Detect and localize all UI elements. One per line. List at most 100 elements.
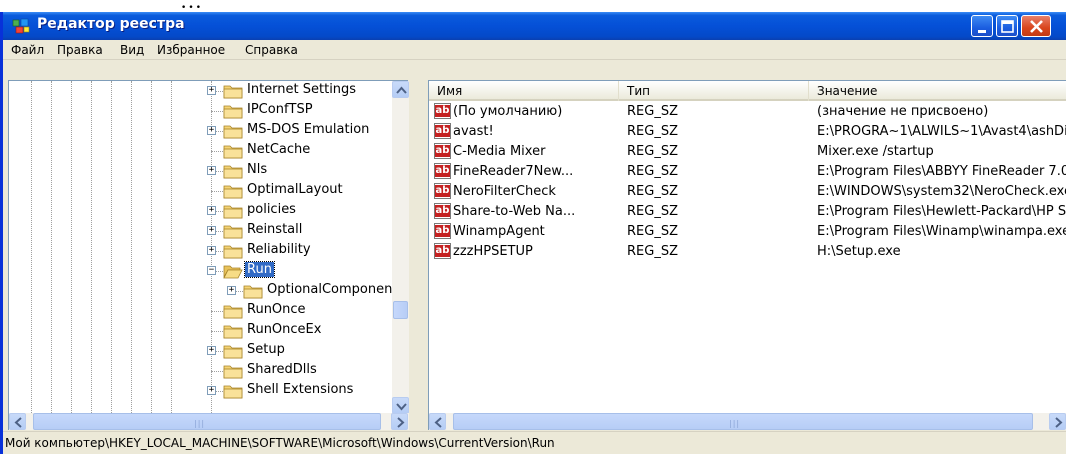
tree-item-internet-settings[interactable]: + Internet Settings — [9, 81, 407, 101]
list-item[interactable]: ab NeroFilterCheck REG_SZ E:\WINDOWS\system… — [429, 183, 1066, 201]
folder-icon — [223, 83, 243, 99]
scroll-left-button[interactable] — [429, 413, 446, 430]
tree-item-label: OptimalLayout — [247, 182, 343, 197]
tree-item-policies[interactable]: + policies — [9, 201, 407, 221]
tree-item-label: RunOnce — [247, 302, 306, 317]
maximize-button[interactable] — [996, 15, 1018, 37]
collapse-icon[interactable]: − — [207, 266, 216, 275]
list-header: Имя Тип Значение — [429, 81, 1066, 101]
menu-file[interactable]: Файл — [11, 43, 44, 57]
expand-icon[interactable]: + — [207, 166, 216, 175]
scroll-right-button[interactable] — [391, 413, 408, 430]
list-item[interactable]: ab (По умолчанию) REG_SZ (значение не присв… — [429, 103, 1066, 121]
list-item[interactable]: ab FineReader7New... REG_SZ E:\Program File… — [429, 163, 1066, 181]
tree-item-shell-extensions[interactable]: + Shell Extensions — [9, 381, 407, 401]
tree-item-label: Reliability — [247, 242, 311, 257]
folder-icon — [223, 203, 243, 219]
close-button[interactable] — [1021, 15, 1051, 37]
menu-edit[interactable]: Правка — [57, 43, 103, 57]
expand-icon[interactable]: + — [207, 346, 216, 355]
tree-item-label: policies — [247, 202, 296, 217]
tree-item-reinstall[interactable]: + Reinstall — [9, 221, 407, 241]
grip-icon: ||| — [194, 419, 206, 428]
column-header-value[interactable]: Значение — [809, 81, 1066, 101]
menu-bar: Файл Правка Вид Избранное Справка — [3, 40, 1066, 60]
scroll-left-button[interactable] — [9, 413, 26, 430]
value-name: FineReader7New... — [453, 164, 574, 179]
folder-icon — [223, 243, 243, 259]
status-path: Мой компьютер\HKEY_LOCAL_MACHINE\SOFTWAR… — [5, 436, 555, 450]
tree-item-optimallayout[interactable]: OptimalLayout — [9, 181, 407, 201]
value-name: WinampAgent — [453, 224, 545, 239]
tree-item-label: Run — [244, 261, 275, 278]
list-item[interactable]: ab zzzHPSETUP REG_SZ H:\Setup.exe — [429, 243, 1066, 261]
chevron-up-icon — [396, 86, 407, 94]
title-bar[interactable]: Редактор реестра — [3, 12, 1066, 40]
list-item[interactable]: ab WinampAgent REG_SZ E:\Program Files\Wina… — [429, 223, 1066, 241]
expand-icon[interactable]: + — [207, 206, 216, 215]
scroll-down-button[interactable] — [392, 397, 409, 414]
tree-item-optionalcomponents[interactable]: + OptionalComponents — [9, 281, 407, 301]
column-header-name[interactable]: Имя — [429, 81, 619, 101]
tree-item-setup[interactable]: + Setup — [9, 341, 407, 361]
tree-item-ipconftsp[interactable]: IPConfTSP — [9, 101, 407, 121]
expand-icon[interactable]: + — [207, 386, 216, 395]
folder-icon — [223, 323, 243, 339]
list-item[interactable]: ab C-Media Mixer REG_SZ Mixer.exe /startup — [429, 143, 1066, 161]
tree-item-netcache[interactable]: NetCache — [9, 141, 407, 161]
column-header-type[interactable]: Тип — [619, 81, 809, 101]
value-type: REG_SZ — [627, 224, 678, 239]
folder-icon — [223, 303, 243, 319]
expand-icon[interactable]: + — [227, 286, 236, 295]
list-hscroll-thumb[interactable]: ||| — [453, 413, 1033, 430]
folder-icon — [243, 283, 263, 299]
expand-icon[interactable]: + — [207, 86, 216, 95]
string-value-icon: ab — [434, 143, 451, 159]
list-horizontal-scrollbar[interactable]: ||| — [429, 413, 1066, 430]
minimize-icon — [978, 30, 986, 33]
folder-icon — [223, 223, 243, 239]
status-bar: Мой компьютер\HKEY_LOCAL_MACHINE\SOFTWAR… — [3, 431, 1066, 454]
tree-item-label: Internet Settings — [247, 82, 357, 97]
tree-item-reliability[interactable]: + Reliability — [9, 241, 407, 261]
value-type: REG_SZ — [627, 124, 678, 139]
tree-item-label: Setup — [247, 342, 285, 357]
value-name: (По умолчанию) — [453, 104, 563, 119]
menu-favorites[interactable]: Избранное — [157, 43, 225, 57]
tree-scroll-thumb[interactable] — [393, 301, 408, 319]
key-tree[interactable]: + Internet Settings IPConfTSP + MS-DOS Emula… — [8, 80, 408, 430]
list-item[interactable]: ab Share-to-Web Na... REG_SZ E:\Program Fil… — [429, 203, 1066, 221]
expand-icon[interactable]: + — [207, 126, 216, 135]
expand-icon[interactable]: + — [207, 246, 216, 255]
scroll-right-button[interactable] — [1049, 413, 1066, 430]
menu-help[interactable]: Справка — [245, 43, 298, 57]
tree-item-ms-dos-emulation[interactable]: + MS-DOS Emulation — [9, 121, 407, 141]
menu-view[interactable]: Вид — [120, 43, 144, 57]
tree-item-runonce[interactable]: RunOnce — [9, 301, 407, 321]
tree-item-nls[interactable]: + Nls — [9, 161, 407, 181]
tree-vertical-scrollbar[interactable] — [392, 81, 409, 414]
value-name: Share-to-Web Na... — [453, 204, 576, 219]
expand-icon[interactable]: + — [207, 226, 216, 235]
scroll-up-button[interactable] — [392, 81, 409, 98]
tree-item-run[interactable]: − Run — [9, 261, 407, 281]
registry-editor-icon — [12, 18, 30, 34]
value-list[interactable]: Имя Тип Значение ab (По умолчанию) REG_SZ(… — [428, 80, 1066, 430]
tree-horizontal-scrollbar[interactable]: ||| — [9, 413, 409, 430]
value-data: E:\WINDOWS\system32\NeroCheck.exe — [817, 184, 1066, 199]
tree-hscroll-thumb[interactable]: ||| — [33, 413, 381, 430]
value-type: REG_SZ — [627, 204, 678, 219]
tree-item-label: Nls — [247, 162, 268, 177]
cropped-document-text: … — [0, 0, 1066, 12]
list-item[interactable]: ab avast! REG_SZ E:\PROGRA~1\ALWILS~1\Avast… — [429, 123, 1066, 141]
string-value-icon: ab — [434, 243, 451, 259]
tree-item-shareddlls[interactable]: SharedDlls — [9, 361, 407, 381]
value-name: NeroFilterCheck — [453, 184, 556, 199]
value-data: E:\Program Files\Winamp\winampa.exe — [817, 224, 1066, 239]
value-type: REG_SZ — [627, 184, 678, 199]
folder-icon — [223, 123, 243, 139]
minimize-button[interactable] — [971, 15, 993, 37]
tree-item-label: SharedDlls — [247, 362, 317, 377]
tree-item-runonceex[interactable]: RunOnceEx — [9, 321, 407, 341]
value-type: REG_SZ — [627, 164, 678, 179]
